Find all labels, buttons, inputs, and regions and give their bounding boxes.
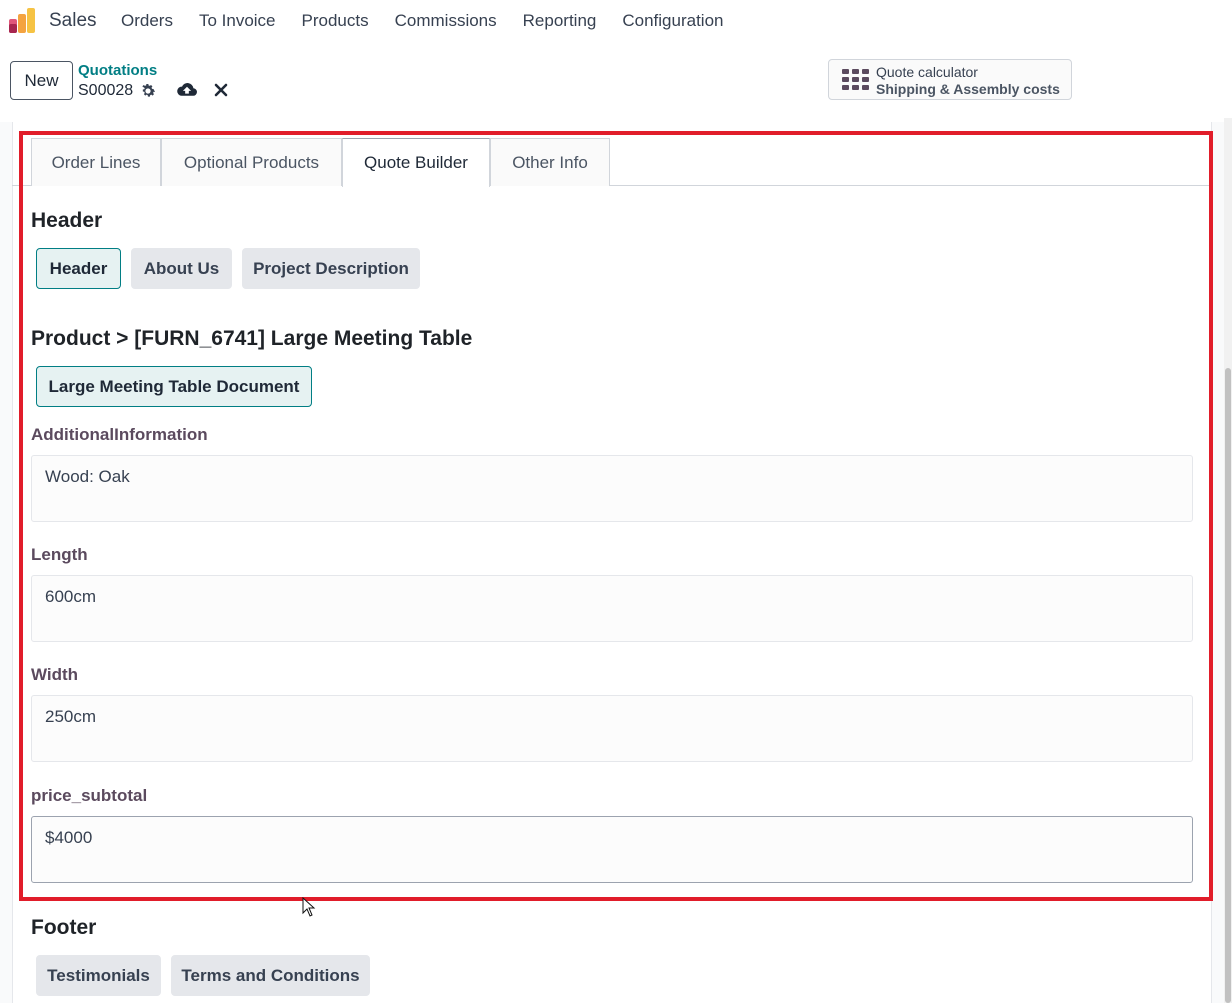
header-document-button[interactable]: Header <box>36 248 121 289</box>
width-value: 250cm <box>45 707 97 726</box>
tab-order-lines[interactable]: Order Lines <box>31 138 161 186</box>
field-label-length: Length <box>31 545 88 564</box>
length-field[interactable]: 600cm <box>31 575 1193 642</box>
menu-to-invoice[interactable]: To Invoice <box>199 11 276 31</box>
tab-optional-products[interactable]: Optional Products <box>161 138 342 186</box>
additional-information-value: Wood: Oak <box>45 467 130 486</box>
footer-section-title: Footer <box>31 916 97 939</box>
terms-and-conditions-document-button[interactable]: Terms and Conditions <box>171 955 370 996</box>
main-menu: Orders To Invoice Products Commissions R… <box>121 11 749 31</box>
quote-calculator-title: Quote calculator <box>876 64 978 80</box>
quote-calculator-button[interactable]: Quote calculator Shipping & Assembly cos… <box>828 59 1072 100</box>
additional-information-field[interactable]: Wood: Oak <box>31 455 1193 522</box>
close-icon[interactable] <box>213 82 229 98</box>
grid-icon <box>842 69 869 90</box>
sales-app-logo-icon[interactable] <box>8 8 36 34</box>
menu-reporting[interactable]: Reporting <box>523 11 597 31</box>
product-document-button[interactable]: Large Meeting Table Document <box>36 366 312 407</box>
tab-quote-builder[interactable]: Quote Builder <box>342 138 490 187</box>
notebook-tabs: Order Lines Optional Products Quote Buil… <box>12 137 1212 187</box>
app-name[interactable]: Sales <box>49 10 97 32</box>
control-panel: New Quotations S00028 Quote calculator S… <box>0 42 1232 122</box>
new-button[interactable]: New <box>10 61 73 100</box>
field-label-price-subtotal: price_subtotal <box>31 786 148 805</box>
price-subtotal-value: $4000 <box>45 828 93 847</box>
menu-commissions[interactable]: Commissions <box>395 11 497 31</box>
quote-calculator-subtitle: Shipping & Assembly costs <box>876 81 1060 97</box>
header-section-title: Header <box>31 209 103 232</box>
breadcrumb-quotations[interactable]: Quotations <box>78 62 157 79</box>
project-description-document-button[interactable]: Project Description <box>242 248 420 289</box>
tab-other-info[interactable]: Other Info <box>490 138 610 186</box>
menu-configuration[interactable]: Configuration <box>622 11 723 31</box>
product-section-title: Product > [FURN_6741] Large Meeting Tabl… <box>31 327 473 350</box>
menu-orders[interactable]: Orders <box>121 11 173 31</box>
top-navbar: Sales Orders To Invoice Products Commiss… <box>0 0 1232 42</box>
width-field[interactable]: 250cm <box>31 695 1193 762</box>
field-label-additional-information: AdditionalInformation <box>31 425 208 444</box>
length-value: 600cm <box>45 587 97 606</box>
about-us-document-button[interactable]: About Us <box>131 248 232 289</box>
record-name: S00028 <box>78 82 134 99</box>
menu-products[interactable]: Products <box>302 11 369 31</box>
price-subtotal-field[interactable]: $4000 <box>31 816 1193 883</box>
field-label-width: Width <box>31 665 79 684</box>
testimonials-document-button[interactable]: Testimonials <box>36 955 161 996</box>
gear-icon[interactable] <box>139 82 157 100</box>
mouse-cursor-icon <box>302 897 316 917</box>
cloud-upload-icon[interactable] <box>176 81 198 99</box>
scrollbar-thumb[interactable] <box>1225 368 1231 1003</box>
